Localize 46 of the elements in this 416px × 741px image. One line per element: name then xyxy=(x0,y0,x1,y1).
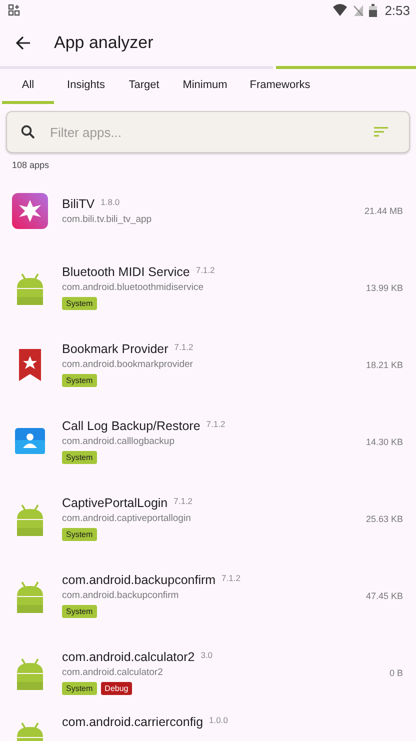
app-count: 108 apps xyxy=(12,160,50,170)
clock-time: 2:53 xyxy=(384,2,410,18)
package-name: com.bili.tv.bili_tv_app xyxy=(62,214,153,224)
package-name: com.android.bookmarkprovider xyxy=(62,359,194,370)
version-label: 1.8.0 xyxy=(100,196,120,206)
app-size: 14.30 KB xyxy=(366,436,403,446)
version-label: 7.1.2 xyxy=(174,342,194,352)
version-label: 7.1.2 xyxy=(174,496,193,506)
version-label: 3.0 xyxy=(200,650,213,660)
app-size: 18.21 KB xyxy=(366,360,403,370)
tab[interactable]: Insights xyxy=(54,69,118,104)
tab[interactable]: Minimum xyxy=(170,69,240,104)
app-size: 21.44 MB xyxy=(364,206,403,216)
app-name: BiliTV xyxy=(62,196,95,210)
package-name: com.android.calculator2 xyxy=(62,667,164,678)
app-size: 47.45 KB xyxy=(366,590,403,600)
tab[interactable]: Frameworks xyxy=(240,69,320,104)
system-tag: System xyxy=(62,374,97,387)
app-name: Bookmark Provider xyxy=(62,342,168,356)
app-name: Call Log Backup/Restore xyxy=(62,419,200,433)
system-tag: System xyxy=(62,528,97,541)
app-name: Bluetooth MIDI Service xyxy=(62,265,190,279)
app-size: 25.63 KB xyxy=(366,514,403,524)
version-label: 7.1.2 xyxy=(196,265,215,275)
system-tag: System xyxy=(62,682,97,695)
tab[interactable]: All xyxy=(2,69,54,104)
screen-title: App analyzer xyxy=(54,33,154,53)
tab[interactable]: Target xyxy=(118,69,170,104)
version-label: 7.1.2 xyxy=(206,419,226,429)
app-name: CaptivePortalLogin xyxy=(62,496,168,510)
app-size: 0 B xyxy=(389,668,403,678)
package-name: com.android.calllogbackup xyxy=(62,436,176,447)
debug-tag: Debug xyxy=(100,682,132,695)
system-tag: System xyxy=(62,451,97,464)
package-name: com.android.bluetoothmidiservice xyxy=(62,282,205,293)
version-label: 7.1.2 xyxy=(222,573,240,583)
package-name: com.android.captiveportallogin xyxy=(62,513,192,524)
system-tag: System xyxy=(62,605,97,618)
search-field[interactable]: Filter apps... xyxy=(6,111,410,153)
app-name: com.android.carrierconfig xyxy=(62,715,204,729)
package-name: com.android.backupconfirm xyxy=(62,590,180,601)
version-label: 1.0.0 xyxy=(209,715,228,725)
app-name: com.android.calculator2 xyxy=(62,650,195,664)
system-tag: System xyxy=(62,297,97,310)
app-name: com.android.backupconfirm xyxy=(62,573,216,587)
app-size: 13.99 KB xyxy=(366,282,403,292)
